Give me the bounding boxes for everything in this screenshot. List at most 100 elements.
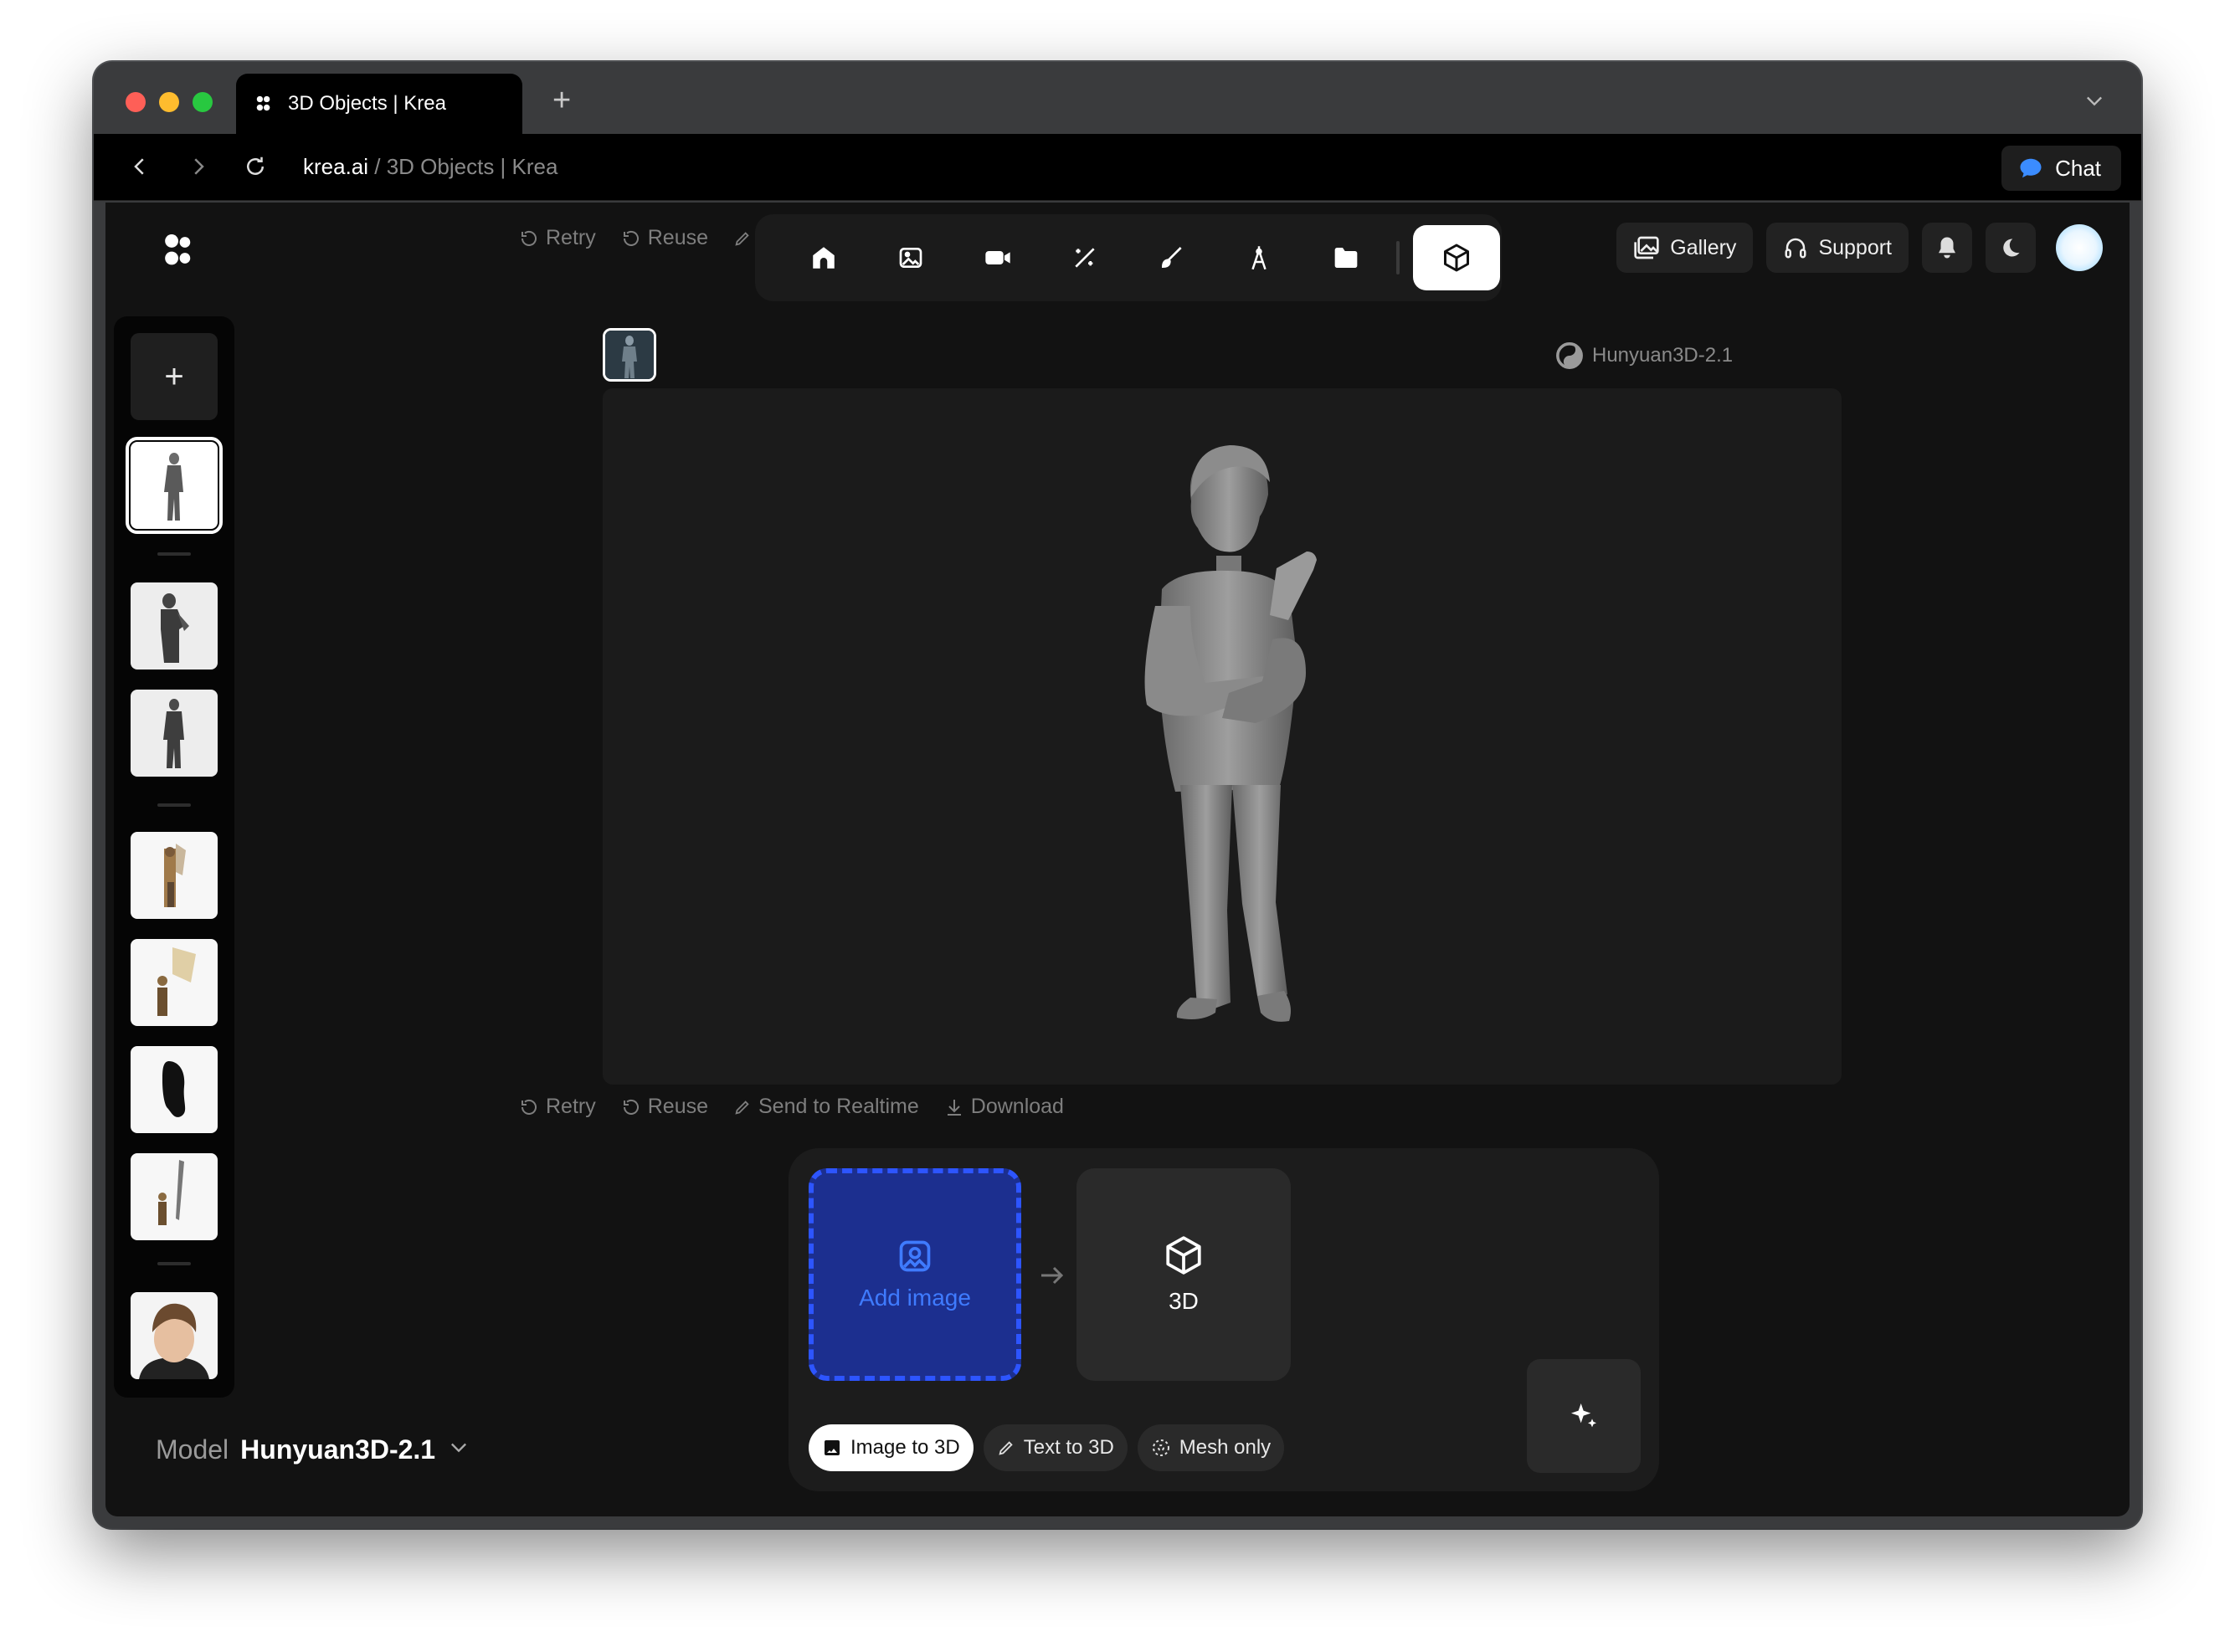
history-thumb[interactable] [131, 582, 218, 670]
download-icon [947, 1099, 961, 1116]
reuse-label: Reuse [647, 1095, 708, 1118]
krea-logo-icon [256, 95, 270, 111]
tool-train[interactable] [1215, 225, 1302, 290]
tool-home[interactable] [780, 225, 867, 290]
history-thumb[interactable] [131, 1292, 218, 1379]
chat-button[interactable]: Chat [2001, 146, 2121, 191]
gallery-button[interactable]: Gallery [1616, 223, 1754, 273]
toolbar-divider [1396, 241, 1400, 274]
add-image-label: Add image [859, 1285, 971, 1311]
krea-logo-icon[interactable] [162, 233, 194, 268]
3d-viewer[interactable] [603, 388, 1842, 1085]
group-divider [157, 803, 191, 807]
generate-button[interactable] [1527, 1359, 1641, 1473]
avatar[interactable] [2056, 224, 2103, 271]
tool-video[interactable] [954, 225, 1041, 290]
mode-text-to-3d[interactable]: Text to 3D [983, 1424, 1128, 1471]
reuse-icon [623, 230, 639, 246]
model-value: Hunyuan3D-2.1 [240, 1434, 436, 1465]
moon-icon [2003, 239, 2020, 257]
tool-assets[interactable] [1302, 225, 1390, 290]
retry-button[interactable]: Retry [519, 1095, 596, 1119]
theme-toggle-button[interactable] [1986, 223, 2036, 273]
retry-label: Retry [546, 226, 596, 249]
tool-3d[interactable] [1413, 225, 1500, 290]
source-image-thumb[interactable] [603, 328, 656, 382]
reuse-button[interactable]: Reuse [621, 1095, 708, 1119]
mode-mesh-only[interactable]: Mesh only [1137, 1424, 1285, 1471]
pen-icon [999, 1441, 1013, 1455]
browser-tab[interactable]: 3D Objects | Krea [236, 74, 522, 134]
figure-thumbnail [157, 947, 196, 1016]
reuse-button[interactable]: Reuse [621, 226, 708, 250]
mode-selector: Image to 3D Text to 3D Mesh only [809, 1424, 1285, 1471]
forward-arrow-icon[interactable] [186, 154, 211, 179]
support-button[interactable]: Support [1766, 223, 1909, 273]
tab-title: 3D Objects | Krea [288, 92, 446, 115]
history-thumb[interactable] [131, 1153, 218, 1240]
image-icon [899, 248, 922, 268]
new-tab-button[interactable]: + [552, 84, 571, 117]
address-bar: krea.ai / 3D Objects | Krea Chat [94, 134, 2141, 201]
model-tag: Hunyuan3D-2.1 [1555, 341, 1733, 370]
url-field[interactable]: krea.ai / 3D Objects | Krea [303, 154, 557, 180]
headphones-icon [1785, 238, 1806, 259]
history-thumb[interactable] [131, 1046, 218, 1133]
model-selector[interactable]: Model Hunyuan3D-2.1 [156, 1434, 470, 1465]
send-to-realtime-label: Send to Realtime [758, 1095, 919, 1118]
main-toolbar [755, 214, 1502, 301]
notifications-button[interactable] [1922, 223, 1972, 273]
add-image-dropzone[interactable]: Add image [809, 1168, 1021, 1381]
figure-thumbnail [158, 1160, 184, 1225]
download-button[interactable]: Download [944, 1095, 1064, 1119]
model-label: Model [156, 1434, 229, 1465]
sparkle-icon [1571, 1403, 1596, 1428]
pen-icon [735, 231, 749, 246]
train-icon [1251, 246, 1266, 270]
folder-icon [1334, 248, 1358, 268]
title-bar: 3D Objects | Krea + [94, 62, 2141, 134]
retry-icon [522, 230, 537, 246]
close-window-button[interactable] [126, 92, 146, 112]
edit-brush-icon [1161, 247, 1182, 269]
result-action-row: Retry Reuse Send to Realtime Download [519, 1095, 1064, 1119]
retry-label: Retry [546, 1095, 596, 1118]
composer-panel: Add image 3D Image to 3D Text to 3D Mesh [789, 1148, 1659, 1491]
back-arrow-icon[interactable] [127, 154, 152, 179]
history-sidebar: + [114, 316, 234, 1398]
header-action-row: Retry Reuse S [519, 226, 773, 250]
support-label: Support [1818, 235, 1892, 259]
3d-model-figure [1144, 445, 1317, 1022]
browser-window: 3D Objects | Krea + krea.ai / 3D Objects… [94, 62, 2141, 1528]
pen-icon [735, 1100, 749, 1115]
maximize-window-button[interactable] [193, 92, 213, 112]
enhance-wand-icon [1075, 248, 1095, 268]
mode-label: Mesh only [1179, 1436, 1272, 1459]
mode-image-to-3d[interactable]: Image to 3D [809, 1424, 974, 1471]
output-3d-card[interactable]: 3D [1076, 1168, 1291, 1381]
retry-button[interactable]: Retry [519, 226, 596, 250]
tool-edit[interactable] [1128, 225, 1215, 290]
mode-label: Text to 3D [1023, 1436, 1114, 1459]
tool-image[interactable] [867, 225, 954, 290]
bell-icon [1939, 237, 1955, 259]
history-thumb[interactable] [126, 437, 223, 534]
tool-enhance[interactable] [1041, 225, 1128, 290]
history-thumb[interactable] [131, 690, 218, 777]
gallery-icon [1634, 236, 1659, 259]
history-thumb[interactable] [131, 939, 218, 1026]
output-3d-label: 3D [1169, 1288, 1199, 1314]
chevron-down-icon[interactable] [2083, 89, 2106, 112]
retry-icon [522, 1099, 537, 1115]
send-to-realtime-button[interactable]: Send to Realtime [733, 1095, 919, 1119]
history-thumb[interactable] [131, 832, 218, 919]
new-generation-button[interactable]: + [131, 333, 218, 420]
cube-icon [1444, 244, 1469, 272]
figure-thumbnail [605, 331, 654, 379]
group-divider [157, 1262, 191, 1265]
app-area: Retry Reuse S [105, 203, 2130, 1516]
figure-thumbnail [163, 699, 184, 768]
minimize-window-button[interactable] [159, 92, 179, 112]
reload-icon[interactable] [243, 154, 268, 179]
mode-label: Image to 3D [850, 1436, 960, 1459]
